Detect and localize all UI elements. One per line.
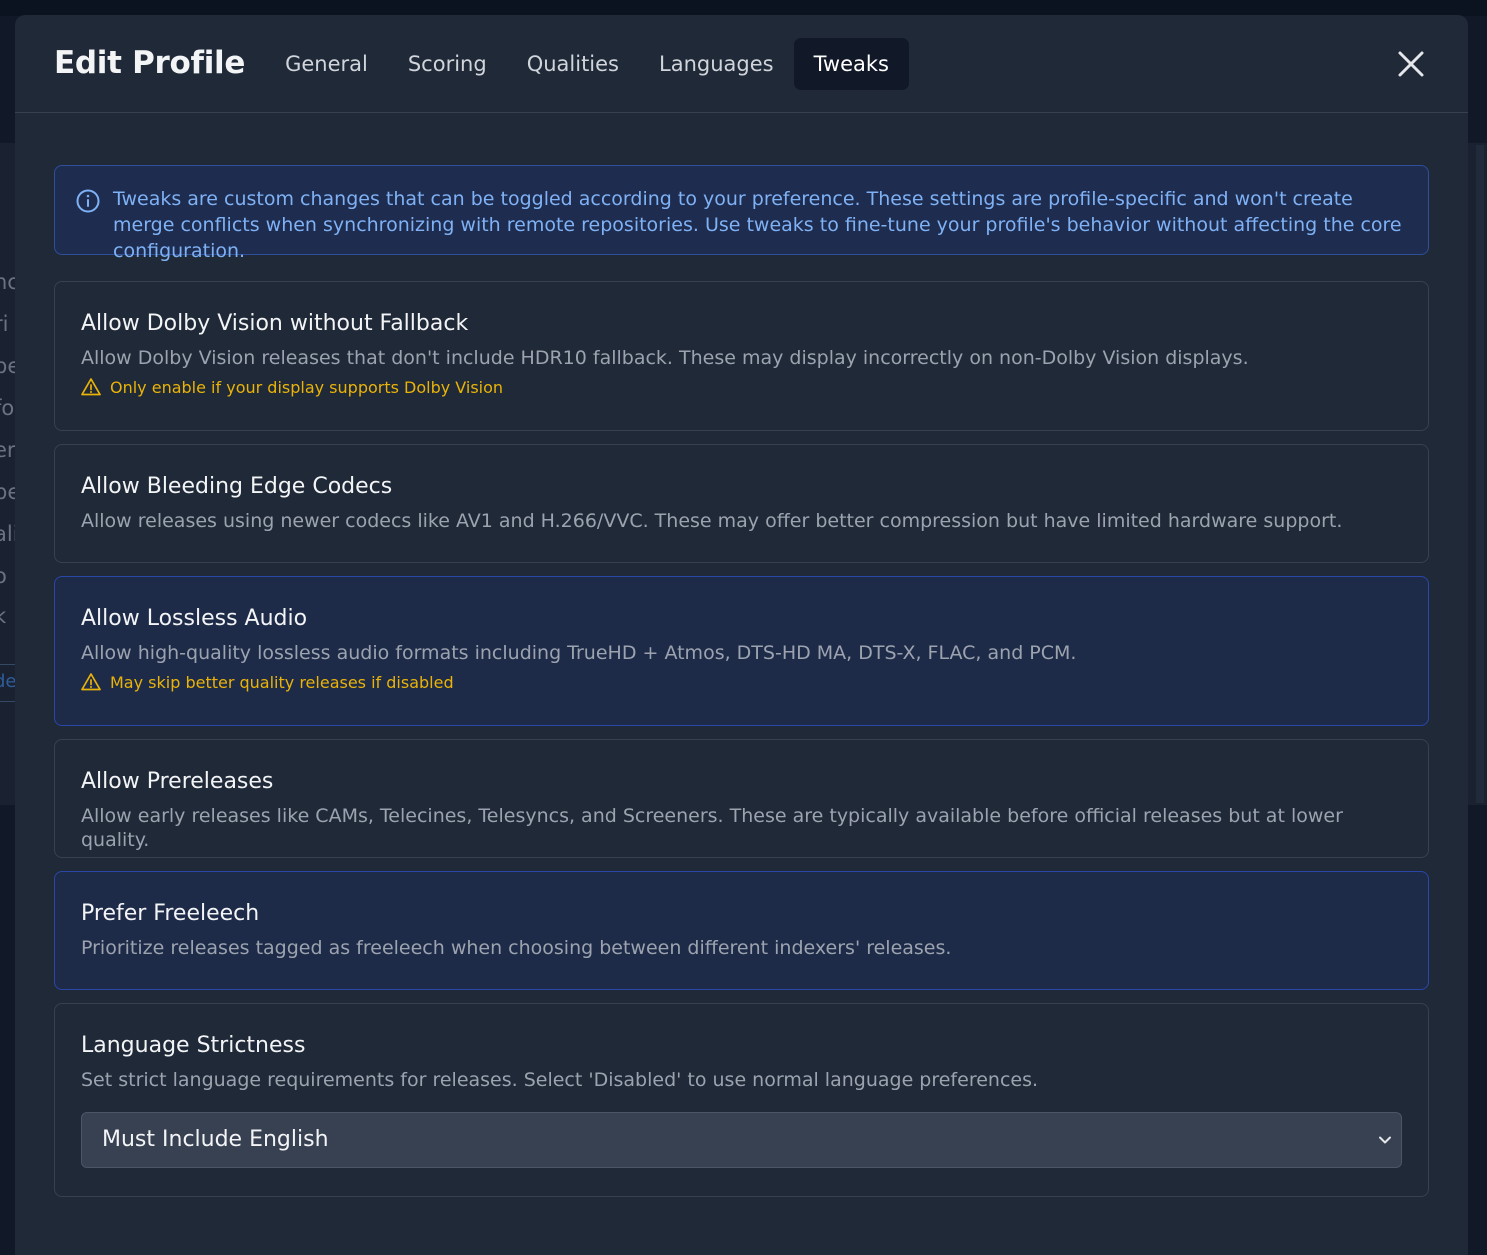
tweak-title: Allow Lossless Audio xyxy=(81,606,308,631)
tweak-card-dolby-vision[interactable]: Allow Dolby Vision without Fallback Allo… xyxy=(54,281,1429,431)
tweak-card-lossless-audio[interactable]: Allow Lossless Audio Allow high-quality … xyxy=(54,576,1429,726)
tab-languages[interactable]: Languages xyxy=(639,38,794,90)
language-strictness-value: Must Include English xyxy=(102,1127,329,1152)
tweak-title: Prefer Freeleech xyxy=(81,901,260,926)
backdrop-text: ali xyxy=(0,522,16,546)
backdrop-text: pe xyxy=(0,480,16,504)
tweak-warning-text: Only enable if your display supports Dol… xyxy=(110,377,504,397)
close-button[interactable] xyxy=(1396,49,1426,79)
tweak-card-bleeding-edge-codecs[interactable]: Allow Bleeding Edge Codecs Allow release… xyxy=(54,444,1429,563)
tweak-card-prereleases[interactable]: Allow Prereleases Allow early releases l… xyxy=(54,739,1429,858)
modal-header: Edit Profile General Scoring Qualities L… xyxy=(15,15,1468,113)
tweak-description: Allow early releases like CAMs, Telecine… xyxy=(81,805,1343,851)
tweak-card-freeleech[interactable]: Prefer Freeleech Prioritize releases tag… xyxy=(54,871,1429,990)
modal-title: Edit Profile xyxy=(54,44,246,81)
backdrop-right-panel xyxy=(1468,143,1487,805)
tab-bar: General Scoring Qualities Languages Twea… xyxy=(265,37,909,90)
tweak-title: Allow Dolby Vision without Fallback xyxy=(81,311,469,336)
backdrop-text: er xyxy=(0,438,16,462)
warning-icon xyxy=(81,673,101,691)
info-icon xyxy=(76,189,100,213)
close-icon xyxy=(1398,51,1424,77)
backdrop-scrollbar xyxy=(1476,145,1484,803)
info-banner: Tweaks are custom changes that can be to… xyxy=(54,165,1429,262)
tweak-title: Allow Bleeding Edge Codecs xyxy=(81,474,393,499)
modal-body: Tweaks are custom changes that can be to… xyxy=(15,113,1468,1197)
backdrop-left-panel: nc ri pe fo er pe ali o k de xyxy=(0,143,16,805)
tweak-description: Allow Dolby Vision releases that don't i… xyxy=(81,347,1249,369)
backdrop-top-bar xyxy=(0,0,1487,16)
language-strictness-select[interactable]: Must Include English xyxy=(81,1112,1402,1168)
tab-tweaks[interactable]: Tweaks xyxy=(793,37,909,90)
language-strictness-title: Language Strictness xyxy=(81,1033,306,1058)
backdrop-text: nc xyxy=(0,270,16,294)
backdrop-text: ri xyxy=(0,312,9,336)
backdrop-text: k xyxy=(0,604,7,628)
backdrop-text: fo xyxy=(0,396,15,420)
backdrop-text: de xyxy=(0,671,16,692)
tweak-description: Allow releases using newer codecs like A… xyxy=(81,510,1343,532)
tweak-warning: May skip better quality releases if disa… xyxy=(81,672,1402,692)
language-strictness-card: Language Strictness Set strict language … xyxy=(54,1003,1429,1197)
tab-general[interactable]: General xyxy=(265,38,388,90)
edit-profile-modal: Edit Profile General Scoring Qualities L… xyxy=(15,15,1468,1255)
tweak-warning: Only enable if your display supports Dol… xyxy=(81,377,1402,397)
tab-qualities[interactable]: Qualities xyxy=(507,38,639,90)
tweak-description: Prioritize releases tagged as freeleech … xyxy=(81,937,952,959)
tweak-description: Allow high-quality lossless audio format… xyxy=(81,642,1077,664)
tweak-warning-text: May skip better quality releases if disa… xyxy=(110,672,454,692)
backdrop-text: pe xyxy=(0,354,16,378)
warning-icon xyxy=(81,378,101,396)
tweak-title: Allow Prereleases xyxy=(81,769,274,794)
chevron-down-icon xyxy=(1379,1136,1391,1144)
backdrop-text: o xyxy=(0,564,7,588)
tab-scoring[interactable]: Scoring xyxy=(388,38,507,90)
language-strictness-description: Set strict language requirements for rel… xyxy=(81,1069,1039,1091)
info-text: Tweaks are custom changes that can be to… xyxy=(113,188,1402,262)
